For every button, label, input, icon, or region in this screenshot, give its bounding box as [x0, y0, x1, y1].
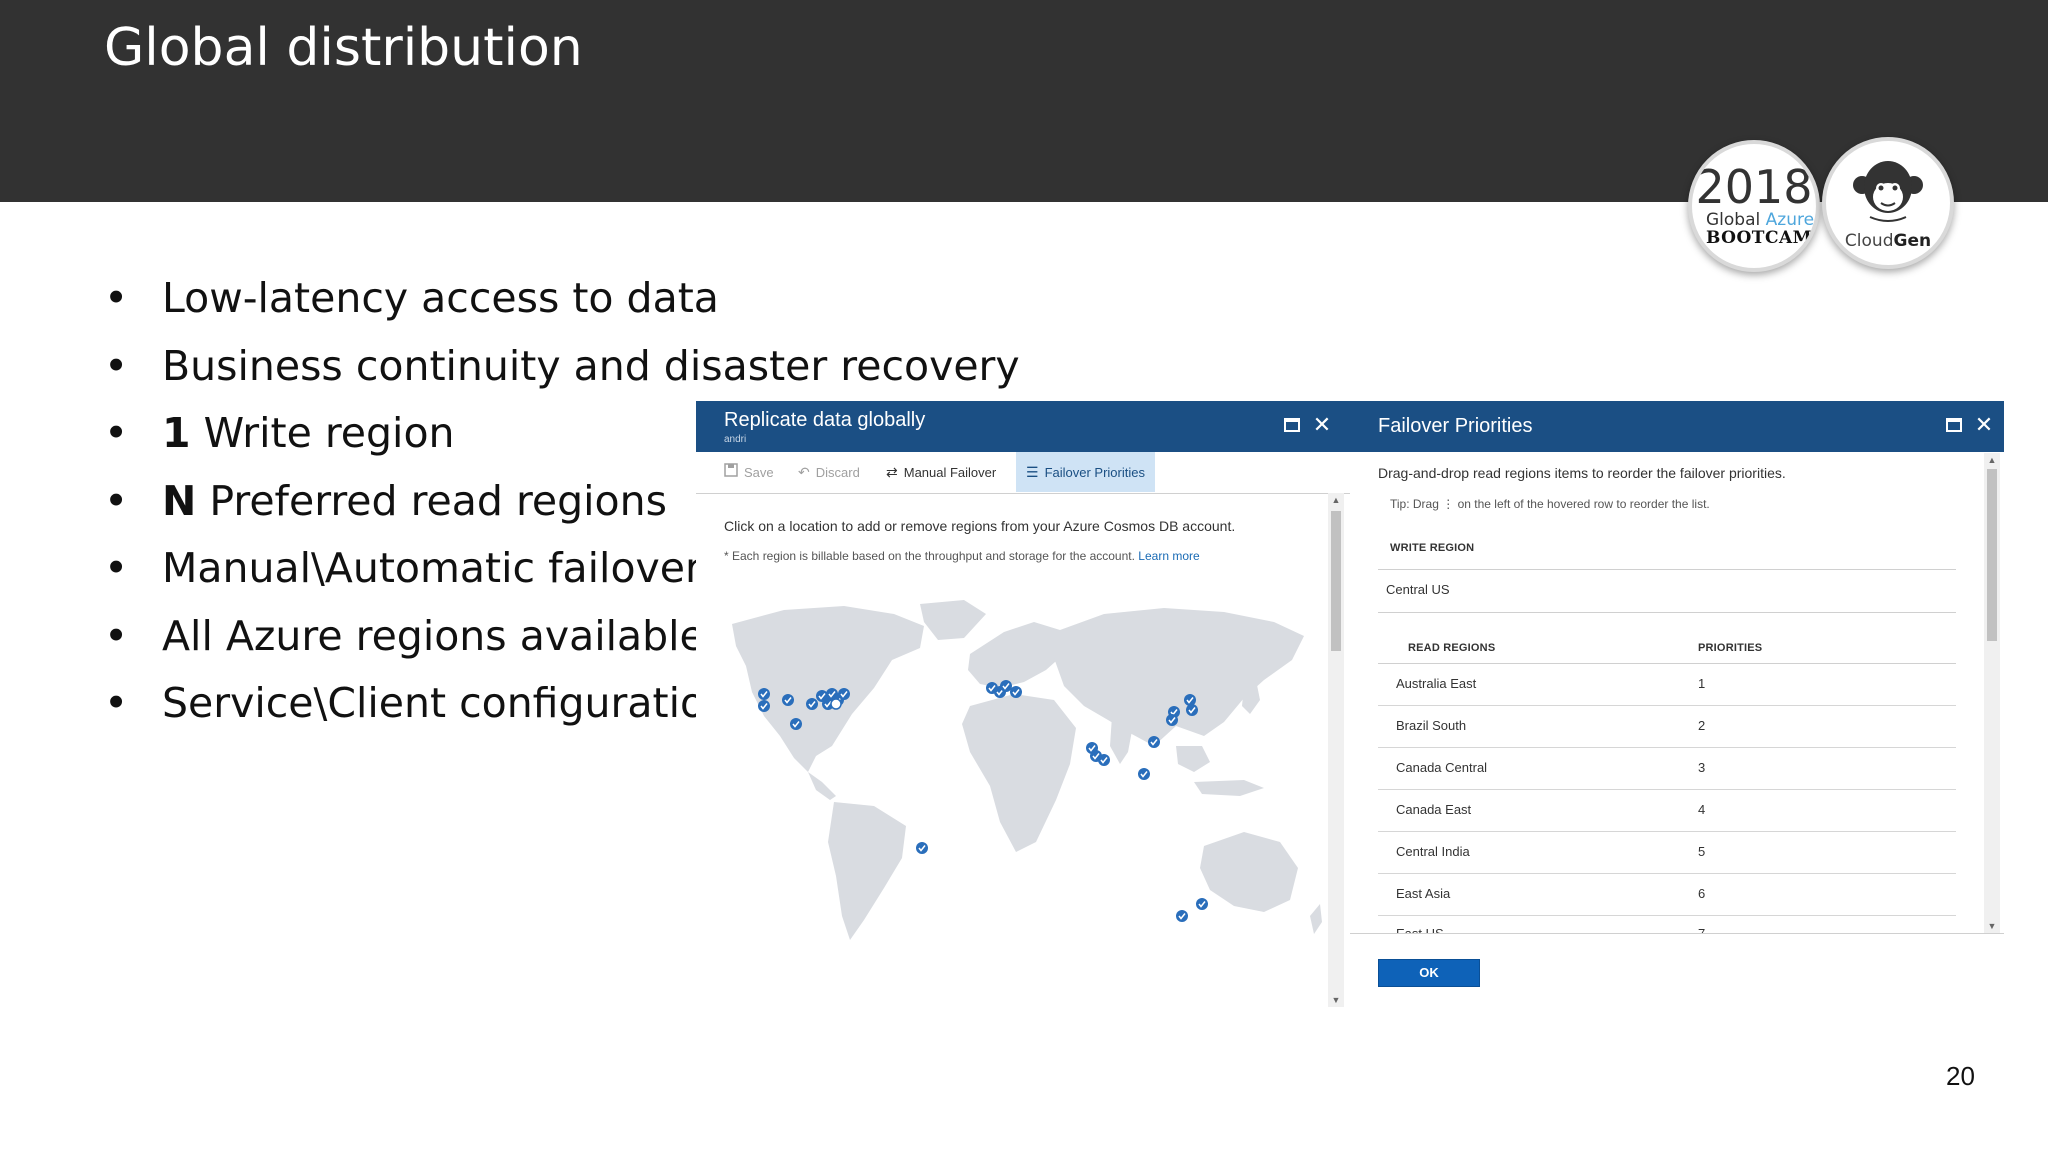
region-pin[interactable]: [1184, 694, 1196, 706]
region-pin[interactable]: [916, 842, 928, 854]
vertical-scrollbar[interactable]: ▲ ▼: [1984, 453, 2000, 933]
map-land: [732, 600, 1322, 940]
table-row[interactable]: Brazil South 2: [1378, 706, 1956, 748]
failover-priorities-button[interactable]: ☰ Failover Priorities: [1016, 452, 1155, 492]
region-pin[interactable]: [782, 694, 794, 706]
drag-tip: Tip: Drag ⋮ on the left of the hovered r…: [1390, 497, 1710, 511]
region-pin[interactable]: [1000, 680, 1012, 692]
read-regions-header: READ REGIONS: [1408, 642, 1496, 654]
drag-handle-icon: ⋮: [1442, 497, 1455, 511]
world-map[interactable]: [724, 596, 1324, 976]
billing-note: * Each region is billable based on the t…: [724, 549, 1200, 563]
region-pin[interactable]: [790, 718, 802, 730]
region-pin[interactable]: [1010, 686, 1022, 698]
command-bar: Save ↶ Discard ⇄ Manual Failover ☰ Failover…: [696, 452, 1350, 494]
cloudgen-logo: CloudGen: [1822, 137, 1954, 269]
failover-description: Drag-and-drop read regions items to reor…: [1378, 465, 1786, 481]
undo-icon: ↶: [798, 464, 810, 480]
list-icon: ☰: [1026, 464, 1039, 480]
write-region-value: Central US: [1386, 582, 1450, 597]
bullet-item: • Low-latency access to data: [104, 274, 719, 322]
vertical-scrollbar[interactable]: ▲ ▼: [1328, 493, 1344, 1007]
region-pin[interactable]: [1138, 768, 1150, 780]
region-pin[interactable]: [1166, 714, 1178, 726]
discard-button[interactable]: ↶ Discard: [798, 452, 860, 492]
replicate-data-pane: Replicate data globally andri ✕ Save ↶ Di…: [696, 401, 1351, 1007]
table-row[interactable]: Canada Central 3: [1378, 748, 1956, 790]
region-pin[interactable]: [1148, 736, 1160, 748]
scrollbar-thumb[interactable]: [1987, 469, 1997, 641]
table-row[interactable]: East Asia 6: [1378, 874, 1956, 916]
global-azure-bootcamp-logo: 2018 Global Azure BOOTCAMP: [1688, 140, 1820, 272]
write-region-row: Central US: [1378, 569, 1956, 613]
table-row[interactable]: Central India 5: [1378, 832, 1956, 874]
write-region-header: WRITE REGION: [1390, 542, 1475, 554]
scroll-up-icon[interactable]: ▲: [1328, 495, 1344, 505]
manual-failover-button[interactable]: ⇄ Manual Failover: [886, 452, 996, 492]
close-icon[interactable]: ✕: [1972, 413, 1996, 437]
scroll-down-icon[interactable]: ▼: [1328, 995, 1344, 1005]
read-regions-table: Australia East 1 Brazil South 2 Canada Cen…: [1378, 663, 1956, 934]
pane-subtitle: andri: [724, 434, 747, 445]
region-pin[interactable]: [758, 688, 770, 700]
instruction-text: Click on a location to add or remove reg…: [724, 518, 1236, 534]
page-number: 20: [1946, 1061, 1975, 1091]
scroll-up-icon[interactable]: ▲: [1984, 455, 2000, 465]
logo-line2: BOOTCAMP: [1706, 228, 1820, 248]
slide-title: Global distribution: [104, 18, 583, 78]
maximize-icon[interactable]: [1280, 413, 1304, 437]
table-row[interactable]: Canada East 4: [1378, 790, 1956, 832]
logo-year: 2018: [1695, 160, 1813, 214]
region-pin[interactable]: [1176, 910, 1188, 922]
pane-header: Failover Priorities ✕: [1350, 401, 2004, 452]
learn-more-link[interactable]: Learn more: [1138, 549, 1199, 563]
pane-title: Failover Priorities: [1378, 415, 1533, 437]
ok-button[interactable]: OK: [1378, 959, 1480, 987]
maximize-icon[interactable]: [1942, 413, 1966, 437]
pane-header: Replicate data globally andri ✕: [696, 401, 1350, 452]
region-pin[interactable]: [1098, 754, 1110, 766]
region-pin[interactable]: [758, 700, 770, 712]
scroll-down-icon[interactable]: ▼: [1984, 921, 2000, 931]
region-pin[interactable]: [838, 688, 850, 700]
close-icon[interactable]: ✕: [1310, 413, 1334, 437]
table-row[interactable]: East US 7: [1378, 916, 1956, 934]
scrollbar-thumb[interactable]: [1331, 511, 1341, 651]
save-icon: [724, 452, 738, 492]
available-region-pin[interactable]: [830, 698, 842, 710]
region-pin[interactable]: [1186, 704, 1198, 716]
logo-line1: Global Azure: [1706, 210, 1815, 230]
failover-icon: ⇄: [886, 464, 898, 480]
bullet-item: • Business continuity and disaster recove…: [104, 341, 1020, 390]
priorities-header: PRIORITIES: [1698, 642, 1763, 654]
region-pin[interactable]: [806, 698, 818, 710]
table-row[interactable]: Australia East 1: [1378, 664, 1956, 706]
pane-title: Replicate data globally: [724, 409, 926, 431]
footer-divider: [1350, 933, 2004, 934]
region-pin[interactable]: [1196, 898, 1208, 910]
failover-priorities-pane: Failover Priorities ✕ Drag-and-drop read…: [1350, 401, 2004, 1007]
logo-word: CloudGen: [1844, 231, 1932, 251]
save-button[interactable]: Save: [724, 452, 774, 492]
